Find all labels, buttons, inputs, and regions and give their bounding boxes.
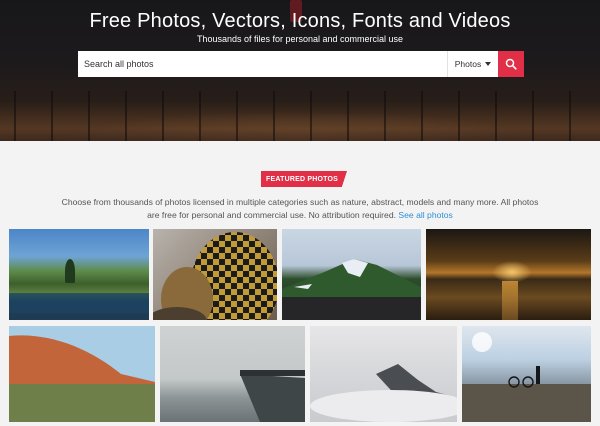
- pier-illustration: [240, 370, 305, 422]
- photo-sunset-sea[interactable]: [426, 229, 591, 320]
- balloon-illustration: [153, 232, 277, 320]
- sun-glow: [492, 261, 532, 283]
- snowy-hill-illustration: [282, 259, 421, 320]
- featured-badge: FEATURED PHOTOS: [261, 171, 347, 187]
- search-category-select[interactable]: Photos: [447, 51, 498, 77]
- featured-badge-wrap: FEATURED PHOTOS: [261, 171, 347, 187]
- featured-description-text: Choose from thousands of photos licensed…: [61, 197, 539, 220]
- sun-reflection: [502, 281, 518, 320]
- hero-title: Free Photos, Vectors, Icons, Fonts and V…: [89, 10, 511, 32]
- tree-shape: [65, 259, 75, 283]
- search-icon: [505, 58, 517, 70]
- caret-down-icon: [485, 62, 492, 66]
- search-category-label: Photos: [454, 59, 482, 69]
- photo-red-rock[interactable]: [9, 326, 155, 422]
- hero-trees: [0, 91, 600, 141]
- hero-subtitle: Thousands of files for personal and comm…: [196, 34, 404, 44]
- misty-peak-illustration: [310, 364, 457, 422]
- red-rock-illustration: [9, 326, 155, 422]
- search-input[interactable]: [78, 51, 447, 77]
- photo-hot-air-balloons[interactable]: [153, 229, 277, 320]
- photo-mountain-lake[interactable]: [9, 229, 149, 320]
- photo-foggy-pier[interactable]: [160, 326, 305, 422]
- photo-misty-peak[interactable]: [310, 326, 457, 422]
- photo-snowy-hill[interactable]: [282, 229, 421, 320]
- see-all-photos-link[interactable]: See all photos: [398, 210, 452, 220]
- search-bar: Photos: [78, 51, 524, 77]
- beach-illustration: [462, 332, 591, 422]
- photo-beach-cyclist[interactable]: [462, 326, 591, 422]
- featured-description: Choose from thousands of photos licensed…: [60, 196, 540, 222]
- lake-shape: [9, 293, 149, 313]
- search-button[interactable]: [498, 51, 524, 77]
